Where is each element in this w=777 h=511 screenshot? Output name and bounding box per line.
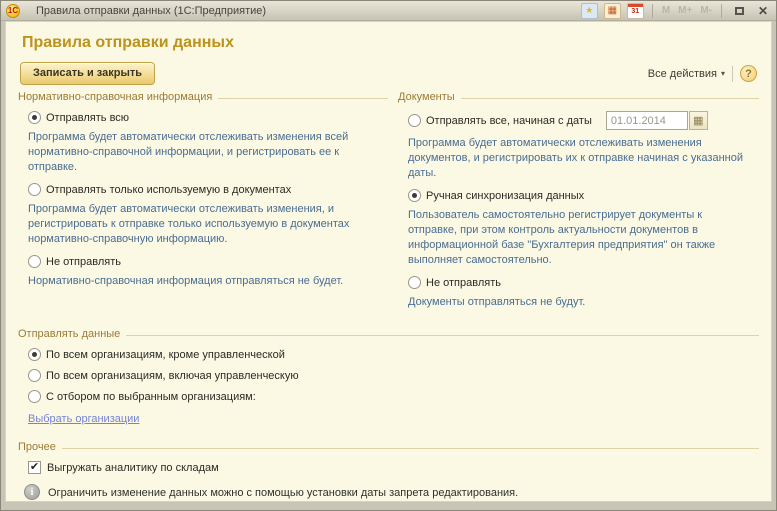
radio-label: Отправлять всю: [46, 112, 129, 124]
radio-option-docs-manual-sync[interactable]: Ручная синхронизация данных: [408, 189, 759, 202]
radio-label: По всем организациям, кроме управленческ…: [46, 349, 285, 361]
radio-option-docs-dont-send[interactable]: Не отправлять: [408, 276, 759, 289]
select-organizations-link[interactable]: Выбрать организации: [28, 413, 139, 425]
radio-option-all-orgs-except-managerial[interactable]: По всем организациям, кроме управленческ…: [28, 348, 759, 361]
radio-label: С отбором по выбранным организациям:: [46, 391, 256, 403]
titlebar-separator: [721, 4, 722, 18]
radio-label: Не отправлять: [46, 256, 121, 268]
page-title: Правила отправки данных: [22, 34, 759, 52]
group-send-data-title: Отправлять данные: [18, 328, 126, 340]
group-nsi-title: Нормативно-справочная информация: [18, 91, 218, 103]
option-description: Нормативно-справочная информация отправл…: [28, 274, 376, 289]
option-description: Документы отправляться не будут.: [408, 295, 747, 310]
date-picker-button[interactable]: ▦: [689, 111, 708, 130]
radio-button[interactable]: [28, 369, 41, 382]
calendar-icon-number: 31: [631, 7, 639, 17]
radio-button[interactable]: [28, 348, 41, 361]
option-description: Программа будет автоматически отслеживат…: [408, 136, 747, 181]
option-description: Пользователь самостоятельно регистрирует…: [408, 208, 747, 268]
app-window: 1С Правила отправки данных (1С:Предприят…: [0, 0, 777, 511]
calendar-icon[interactable]: 31: [627, 3, 644, 19]
info-icon: i: [24, 484, 40, 500]
radio-button[interactable]: [408, 114, 421, 127]
option-description: Программа будет автоматически отслеживат…: [28, 130, 376, 175]
save-and-close-button[interactable]: Записать и закрыть: [20, 62, 155, 85]
radio-label: Ручная синхронизация данных: [426, 190, 584, 202]
radio-button[interactable]: [28, 390, 41, 403]
group-send-data: Отправлять данные По всем организациям, …: [18, 328, 759, 427]
group-documents: Документы Отправлять все, начиная с даты…: [398, 91, 759, 314]
option-description: Программа будет автоматически отслеживат…: [28, 202, 376, 247]
radio-option-docs-send-from-date[interactable]: Отправлять все, начиная с даты ▦: [408, 111, 759, 130]
group-misc-title: Прочее: [18, 441, 62, 453]
window-title: Правила отправки данных (1С:Предприятие): [36, 5, 581, 17]
favorites-icon[interactable]: ★: [581, 3, 598, 19]
group-nsi: Нормативно-справочная информация Отправл…: [18, 91, 388, 314]
info-row: i Ограничить изменение данных можно с по…: [24, 484, 759, 501]
1c-logo-icon: 1С: [6, 4, 20, 18]
radio-option-all-orgs-including-managerial[interactable]: По всем организациям, включая управленче…: [28, 369, 759, 382]
group-line: [218, 98, 388, 99]
radio-button[interactable]: [28, 111, 41, 124]
radio-label: Отправлять все, начиная с даты: [426, 115, 592, 127]
window-bottom-frame: [1, 502, 776, 510]
radio-button[interactable]: [408, 276, 421, 289]
chevron-down-icon: ▾: [721, 69, 725, 78]
radio-button[interactable]: [28, 183, 41, 196]
radio-option-nsi-send-all[interactable]: Отправлять всю: [28, 111, 388, 124]
titlebar-separator: [652, 4, 653, 18]
toolbar: Записать и закрыть Все действия ▾ ?: [20, 62, 757, 85]
memory-m-minus-button[interactable]: M-: [699, 5, 713, 16]
checkbox[interactable]: ✔: [28, 461, 41, 474]
group-documents-title: Документы: [398, 91, 461, 103]
checkbox-option-warehouse-analytics[interactable]: ✔ Выгружать аналитику по складам: [28, 461, 759, 474]
calculator-icon[interactable]: ▦: [604, 3, 621, 19]
close-button[interactable]: ✕: [754, 3, 772, 19]
group-line: [461, 98, 759, 99]
checkbox-label: Выгружать аналитику по складам: [47, 462, 219, 474]
all-actions-label: Все действия: [648, 68, 717, 80]
maximize-icon: [735, 7, 744, 15]
toolbar-separator: [732, 66, 733, 82]
radio-button[interactable]: [408, 189, 421, 202]
group-line: [126, 335, 759, 336]
radio-option-nsi-used-only[interactable]: Отправлять только используемую в докумен…: [28, 183, 388, 196]
radio-option-selected-orgs[interactable]: С отбором по выбранным организациям:: [28, 390, 759, 403]
start-date-field[interactable]: [606, 111, 688, 130]
radio-label: Не отправлять: [426, 277, 501, 289]
info-text: Ограничить изменение данных можно с помо…: [48, 484, 518, 501]
form-content: Правила отправки данных Записать и закры…: [5, 21, 772, 502]
radio-option-nsi-dont-send[interactable]: Не отправлять: [28, 255, 388, 268]
group-misc: Прочее ✔ Выгружать аналитику по складам …: [18, 441, 759, 502]
radio-label: Отправлять только используемую в докумен…: [46, 184, 291, 196]
help-button[interactable]: ?: [740, 65, 757, 82]
memory-m-button[interactable]: M: [661, 5, 671, 16]
maximize-button[interactable]: [730, 3, 748, 19]
radio-label: По всем организациям, включая управленче…: [46, 370, 299, 382]
titlebar: 1С Правила отправки данных (1С:Предприят…: [1, 1, 776, 21]
all-actions-button[interactable]: Все действия ▾: [648, 68, 725, 80]
radio-button[interactable]: [28, 255, 41, 268]
group-line: [62, 448, 759, 449]
memory-m-plus-button[interactable]: M+: [677, 5, 693, 16]
